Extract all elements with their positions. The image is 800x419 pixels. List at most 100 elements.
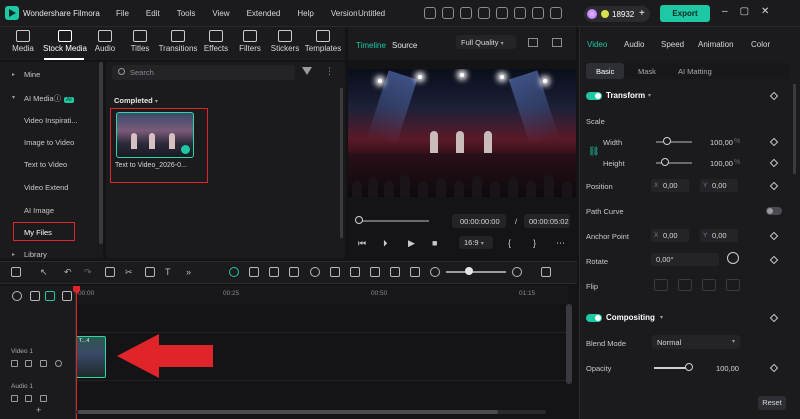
opacity-value[interactable]: 100,00 bbox=[716, 364, 739, 373]
layout-grid-icon[interactable] bbox=[11, 267, 21, 277]
tab-source[interactable]: Source bbox=[392, 41, 417, 50]
video-preview[interactable] bbox=[348, 69, 576, 197]
menu-tools[interactable]: Tools bbox=[177, 9, 196, 18]
flip-vertical-icon[interactable] bbox=[678, 279, 692, 291]
maximize-icon[interactable]: ▢ bbox=[740, 6, 749, 17]
rotate-dial-icon[interactable] bbox=[727, 252, 739, 264]
picture-in-picture-icon[interactable] bbox=[390, 267, 400, 277]
flip-horizontal-icon[interactable] bbox=[654, 279, 668, 291]
menu-view[interactable]: View bbox=[212, 9, 229, 18]
menu-edit[interactable]: Edit bbox=[146, 9, 160, 18]
width-value[interactable]: 100,00 bbox=[710, 138, 733, 147]
tab-video[interactable]: Video bbox=[587, 40, 607, 49]
sidebar-item-ai-media[interactable]: AI Mediaⓘ AI bbox=[24, 93, 74, 104]
aspect-ratio-select[interactable]: 16:9 ▾ bbox=[459, 236, 493, 249]
add-credits-icon[interactable]: + bbox=[639, 8, 645, 19]
snapshot-icon[interactable] bbox=[528, 38, 538, 47]
zoom-slider-handle[interactable] bbox=[465, 267, 473, 275]
sync-icon[interactable] bbox=[478, 7, 490, 19]
tab-audio[interactable]: Audio bbox=[90, 27, 120, 60]
mute-icon[interactable] bbox=[40, 395, 47, 402]
tab-stickers[interactable]: Stickers bbox=[268, 27, 302, 60]
auto-ripple-icon[interactable] bbox=[45, 291, 55, 301]
more-icon[interactable]: ⋯ bbox=[556, 238, 565, 249]
sidebar-item-ai-image[interactable]: AI Image bbox=[24, 206, 54, 215]
tab-color[interactable]: Color bbox=[751, 40, 770, 49]
close-icon[interactable]: ✕ bbox=[761, 6, 769, 17]
chevron-down-icon[interactable]: ▾ bbox=[648, 92, 651, 99]
send-icon[interactable] bbox=[442, 7, 454, 19]
tab-audio-props[interactable]: Audio bbox=[624, 40, 644, 49]
height-value[interactable]: 100,00 bbox=[710, 159, 733, 168]
delete-icon[interactable] bbox=[105, 267, 115, 277]
menu-file[interactable]: File bbox=[116, 9, 129, 18]
rotate-right-icon[interactable] bbox=[726, 279, 740, 291]
section-completed[interactable]: Completed ▾ bbox=[114, 96, 158, 105]
rotate-input[interactable]: 0,00° bbox=[651, 253, 719, 266]
crop-icon[interactable] bbox=[145, 267, 155, 277]
redo-icon[interactable]: ↷ bbox=[84, 267, 94, 277]
export-button[interactable]: Export bbox=[660, 5, 710, 22]
eye-icon[interactable] bbox=[55, 360, 62, 367]
zoom-in-icon[interactable] bbox=[512, 267, 522, 277]
tab-timeline[interactable]: Timeline bbox=[356, 41, 386, 50]
time-ruler[interactable] bbox=[76, 286, 568, 304]
zoom-out-icon[interactable] bbox=[430, 267, 440, 277]
volume-icon[interactable] bbox=[25, 395, 32, 402]
position-x-input[interactable]: X 0,00 bbox=[651, 179, 689, 192]
sidebar-item-library[interactable]: Library bbox=[24, 250, 47, 259]
settings-icon[interactable] bbox=[12, 291, 22, 301]
lock-icon[interactable] bbox=[11, 395, 18, 402]
subtab-ai-matting[interactable]: AI Matting bbox=[678, 67, 712, 76]
zoom-slider[interactable] bbox=[446, 271, 506, 273]
playhead[interactable] bbox=[76, 286, 77, 419]
subtab-mask[interactable]: Mask bbox=[638, 67, 656, 76]
video-clip[interactable]: T...4 bbox=[76, 336, 106, 378]
link-icon[interactable]: ⛓ bbox=[588, 146, 599, 157]
link-tracks-icon[interactable] bbox=[30, 291, 40, 301]
image-icon[interactable] bbox=[410, 267, 420, 277]
more-tools-icon[interactable]: » bbox=[186, 267, 196, 277]
lock-icon[interactable] bbox=[11, 360, 18, 367]
play-icon[interactable]: ▶ bbox=[408, 238, 415, 249]
sidebar-scrollbar[interactable] bbox=[99, 62, 103, 244]
browser-scrollbar[interactable] bbox=[340, 88, 343, 238]
anchor-y-input[interactable]: Y 0,00 bbox=[700, 229, 738, 242]
stop-icon[interactable]: ■ bbox=[432, 238, 437, 248]
tab-templates[interactable]: Templates bbox=[304, 27, 342, 60]
tab-stock-media[interactable]: Stock Media bbox=[42, 27, 88, 60]
tab-animation[interactable]: Animation bbox=[698, 40, 734, 49]
height-slider-handle[interactable] bbox=[661, 158, 669, 166]
chevron-down-icon[interactable]: ▾ bbox=[660, 314, 663, 321]
position-y-input[interactable]: Y 0,00 bbox=[700, 179, 738, 192]
sidebar-item-image-to-video[interactable]: Image to Video bbox=[24, 138, 74, 147]
width-slider[interactable] bbox=[656, 141, 692, 143]
reset-button[interactable]: Reset bbox=[758, 396, 786, 410]
mic-icon[interactable] bbox=[330, 267, 340, 277]
scrubber-handle[interactable] bbox=[355, 216, 363, 224]
undo-icon[interactable]: ↶ bbox=[64, 267, 74, 277]
compositing-toggle[interactable] bbox=[586, 314, 602, 322]
tab-media[interactable]: Media bbox=[4, 27, 42, 60]
magnet-icon[interactable] bbox=[249, 267, 259, 277]
more-options-icon[interactable]: ⋮ bbox=[325, 66, 334, 77]
subtab-basic[interactable]: Basic bbox=[596, 67, 614, 76]
mark-in-icon[interactable]: { bbox=[508, 238, 511, 248]
anchor-x-input[interactable]: X 0,00 bbox=[651, 229, 689, 242]
audio-mix-icon[interactable] bbox=[350, 267, 360, 277]
volume-icon[interactable] bbox=[25, 360, 32, 367]
menu-extended[interactable]: Extended bbox=[247, 9, 281, 18]
sticker-icon[interactable] bbox=[289, 267, 299, 277]
sidebar-item-video-inspiration[interactable]: Video Inspirati... bbox=[24, 116, 78, 125]
tab-transitions[interactable]: Transitions bbox=[158, 27, 198, 60]
filter-icon[interactable] bbox=[302, 67, 312, 75]
notification-icon[interactable] bbox=[496, 7, 508, 19]
sidebar-item-mine[interactable]: Mine bbox=[24, 70, 40, 79]
equalizer-icon[interactable] bbox=[370, 267, 380, 277]
tab-effects[interactable]: Effects bbox=[202, 27, 230, 60]
timeline-vscroll[interactable] bbox=[566, 304, 572, 384]
layout-icon[interactable] bbox=[550, 7, 562, 19]
transform-toggle[interactable] bbox=[586, 92, 602, 100]
mute-icon[interactable] bbox=[40, 360, 47, 367]
tab-titles[interactable]: Titles bbox=[126, 27, 154, 60]
